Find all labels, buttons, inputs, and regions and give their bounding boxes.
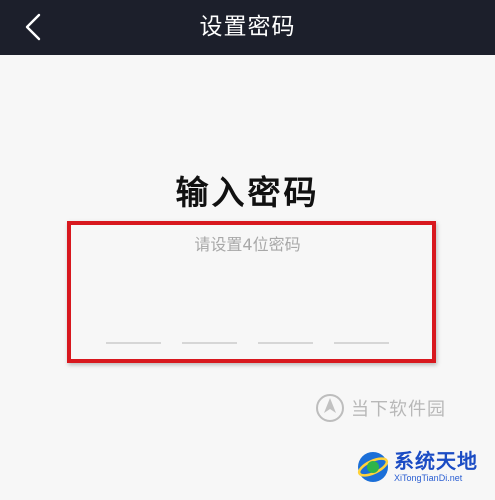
password-hint: 请设置4位密码: [194, 235, 301, 254]
pin-slot-4[interactable]: [334, 342, 389, 344]
pin-slot-3[interactable]: [258, 342, 313, 344]
page-title: 设置密码: [199, 14, 296, 40]
pin-slot-1[interactable]: [106, 342, 161, 344]
password-heading: 输入密码: [175, 173, 320, 212]
site-logo-icon: [357, 452, 389, 482]
watermark-2: 系统天地 XiTongTianDi.net: [356, 450, 478, 484]
pin-slot-2[interactable]: [182, 342, 237, 344]
watermark-url: XiTongTianDi.net: [394, 473, 463, 483]
watermark-1: 当下软件园: [315, 393, 446, 423]
watermark-text-2: 系统天地: [394, 449, 478, 473]
password-setup-panel: 输入密码 请设置4位密码: [0, 55, 495, 500]
site-logo-icon: [316, 394, 344, 422]
top-bar: 设置密码: [0, 0, 495, 55]
watermark-text-1: 当下软件园: [351, 399, 446, 420]
